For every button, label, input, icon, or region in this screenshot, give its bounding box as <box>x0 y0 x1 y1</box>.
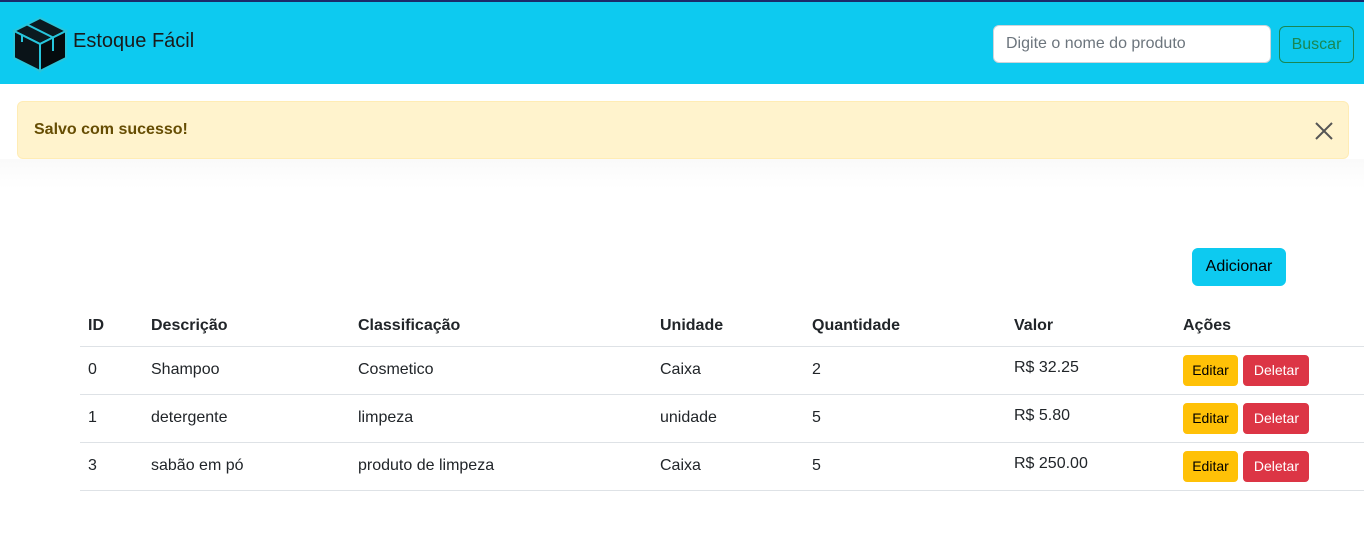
cell-valor: R$ 5.80 <box>1006 392 1175 441</box>
header-quantidade: Quantidade <box>804 306 1006 347</box>
search-button[interactable]: Buscar <box>1279 26 1354 63</box>
cell-unidade: Caixa <box>652 442 804 491</box>
cell-descricao: Shampoo <box>143 346 350 395</box>
table-row: 0 Shampoo Cosmetico Caixa 2 R$ 32.25 Edi… <box>80 344 1364 395</box>
brand-name: Estoque Fácil <box>73 29 195 52</box>
success-alert: Salvo com sucesso! <box>17 101 1349 159</box>
edit-button[interactable]: Editar <box>1183 354 1238 386</box>
header-acoes: Ações <box>1175 306 1364 347</box>
header-unidade: Unidade <box>652 306 804 347</box>
navbar: Estoque Fácil Buscar <box>0 0 1364 84</box>
close-icon[interactable] <box>1314 121 1334 141</box>
cell-valor: R$ 250.00 <box>1006 440 1175 489</box>
divider-shadow <box>0 159 1364 189</box>
cell-acoes: Editar Deletar <box>1175 442 1364 491</box>
products-table: ID Descrição Classificação Unidade Quant… <box>80 306 1364 491</box>
cell-quantidade: 5 <box>804 442 1006 491</box>
cell-valor: R$ 32.25 <box>1006 344 1175 393</box>
cell-descricao: sabão em pó <box>143 442 350 491</box>
search-input[interactable] <box>993 25 1271 63</box>
add-product-button[interactable]: Adicionar <box>1192 248 1286 286</box>
cell-descricao: detergente <box>143 394 350 443</box>
table-header-row: ID Descrição Classificação Unidade Quant… <box>80 306 1364 347</box>
edit-button[interactable]: Editar <box>1183 402 1238 434</box>
cell-id: 0 <box>80 346 143 395</box>
cell-acoes: Editar Deletar <box>1175 394 1364 443</box>
cell-unidade: Caixa <box>652 346 804 395</box>
edit-button[interactable]: Editar <box>1183 450 1238 482</box>
delete-button[interactable]: Deletar <box>1243 402 1310 434</box>
cell-quantidade: 5 <box>804 394 1006 443</box>
delete-button[interactable]: Deletar <box>1243 354 1310 386</box>
header-id: ID <box>80 306 143 347</box>
delete-button[interactable]: Deletar <box>1243 450 1310 482</box>
header-descricao: Descrição <box>143 306 350 347</box>
box-logo-icon <box>11 16 69 73</box>
table-row: 3 sabão em pó produto de limpeza Caixa 5… <box>80 440 1364 491</box>
cell-acoes: Editar Deletar <box>1175 346 1364 395</box>
cell-id: 3 <box>80 442 143 491</box>
brand-link[interactable]: Estoque Fácil <box>10 14 194 74</box>
cell-id: 1 <box>80 394 143 443</box>
cell-classificacao: Cosmetico <box>350 346 652 395</box>
cell-unidade: unidade <box>652 394 804 443</box>
cell-classificacao: produto de limpeza <box>350 442 652 491</box>
alert-message: Salvo com sucesso! <box>34 121 188 138</box>
cell-quantidade: 2 <box>804 346 1006 395</box>
header-valor: Valor <box>1006 306 1175 347</box>
cell-classificacao: limpeza <box>350 394 652 443</box>
table-row: 1 detergente limpeza unidade 5 R$ 5.80 E… <box>80 392 1364 443</box>
header-classificacao: Classificação <box>350 306 652 347</box>
